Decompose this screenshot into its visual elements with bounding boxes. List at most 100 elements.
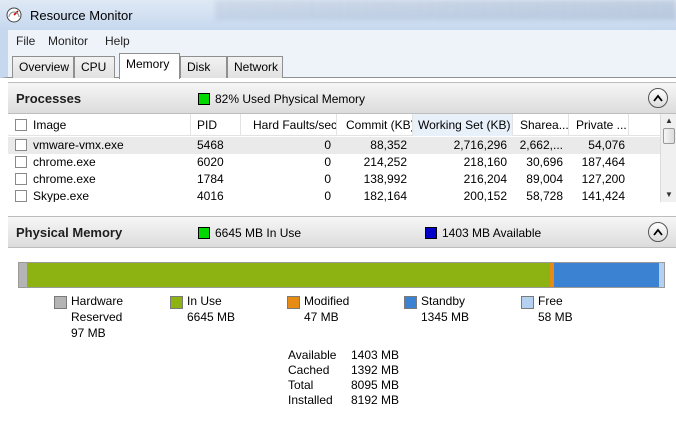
cell-hard-faults: 0 — [324, 172, 331, 186]
summary-cached-value: 1392 MB — [351, 363, 400, 377]
cell-private: 54,076 — [588, 138, 625, 152]
chevron-up-icon — [653, 94, 663, 102]
legend-value: 97 MB — [71, 326, 106, 340]
cell-pid: 5468 — [197, 138, 224, 152]
tab-disk[interactable]: Disk — [180, 56, 227, 78]
scroll-up-icon[interactable]: ▲ — [665, 116, 673, 125]
tab-memory[interactable]: Memory — [119, 53, 180, 79]
in-use-indicator — [198, 227, 210, 239]
column-working-set[interactable]: Working Set (KB) — [413, 114, 513, 136]
processes-collapse-button[interactable] — [648, 88, 668, 108]
legend-swatch — [521, 296, 534, 309]
available-indicator — [425, 227, 437, 239]
process-table-scrollbar[interactable]: ▲ ▼ — [660, 114, 676, 202]
memory-bar-segment-in-use — [26, 263, 550, 287]
tab-cpu[interactable]: CPU — [74, 56, 115, 78]
available-summary: 1403 MB Available — [442, 226, 542, 240]
cell-private: 141,424 — [581, 189, 625, 202]
physical-memory-collapse-button[interactable] — [648, 222, 668, 242]
cell-hard-faults: 0 — [324, 155, 331, 169]
used-memory-badge: 82% Used Physical Memory — [215, 92, 366, 106]
cell-pid: 1784 — [197, 172, 224, 186]
row-checkbox[interactable] — [15, 173, 27, 185]
table-row[interactable]: chrome.exe 1784 0 138,992 216,204 89,004… — [8, 171, 660, 188]
cell-private: 187,464 — [581, 155, 625, 169]
cell-commit: 214,252 — [363, 155, 407, 169]
menu-help[interactable]: Help — [105, 34, 130, 48]
summary-total-value: 8095 MB — [351, 378, 400, 392]
menu-monitor[interactable]: Monitor — [48, 34, 88, 48]
select-all-checkbox[interactable] — [15, 119, 27, 131]
row-checkbox[interactable] — [15, 190, 27, 202]
memory-bar-segment-standby — [553, 263, 660, 287]
row-checkbox[interactable] — [15, 156, 27, 168]
row-checkbox[interactable] — [15, 139, 27, 151]
physical-memory-header[interactable]: Physical Memory 6645 MB In Use 1403 MB A… — [8, 216, 676, 248]
tab-overview[interactable]: Overview — [12, 56, 74, 78]
cell-image: Skype.exe — [33, 189, 90, 202]
summary-available-value: 1403 MB — [351, 348, 400, 362]
scroll-thumb[interactable] — [663, 128, 675, 144]
legend-swatch — [54, 296, 67, 309]
used-memory-indicator — [198, 93, 210, 105]
legend-value: 6645 MB — [187, 310, 236, 324]
legend-value: 58 MB — [538, 310, 573, 324]
scroll-down-icon[interactable]: ▼ — [665, 190, 673, 199]
cell-working-set: 218,160 — [463, 155, 507, 169]
table-row[interactable]: chrome.exe 6020 0 214,252 218,160 30,696… — [8, 154, 660, 171]
process-table-header: Image PID Hard Faults/sec Commit (KB) Wo… — [8, 114, 660, 136]
title-bar: Resource Monitor — [0, 0, 676, 30]
cell-image: vmware-vmx.exe — [33, 138, 124, 152]
column-image[interactable]: Image — [33, 114, 191, 136]
cell-shareable: 2,662,... — [519, 138, 563, 152]
menu-file[interactable]: File — [16, 34, 35, 48]
legend-swatch — [287, 296, 300, 309]
cell-image: chrome.exe — [33, 172, 96, 186]
summary-installed-label: Installed — [288, 393, 333, 407]
cell-shareable: 58,728 — [526, 189, 563, 202]
cell-image: chrome.exe — [33, 155, 96, 169]
chevron-up-icon — [653, 228, 663, 236]
legend-label: Hardware — [71, 294, 124, 308]
legend-value: 1345 MB — [421, 310, 470, 324]
column-commit[interactable]: Commit (KB) — [337, 114, 413, 136]
table-row[interactable]: Skype.exe 4016 0 182,164 200,152 58,728 … — [8, 188, 660, 202]
column-private[interactable]: Private ... — [569, 114, 629, 136]
legend-label: Standby — [421, 294, 466, 308]
tab-network[interactable]: Network — [227, 56, 283, 78]
processes-header[interactable]: Processes 82% Used Physical Memory — [8, 82, 676, 114]
legend-swatch — [170, 296, 183, 309]
cell-commit: 88,352 — [370, 138, 407, 152]
memory-tab-content: Processes 82% Used Physical Memory Image… — [8, 78, 676, 421]
column-shareable[interactable]: Sharea... — [513, 114, 569, 136]
column-pid[interactable]: PID — [191, 114, 241, 136]
cell-pid: 4016 — [197, 189, 224, 202]
process-table: Image PID Hard Faults/sec Commit (KB) Wo… — [8, 114, 660, 202]
tab-strip: Overview CPU Memory Disk Network — [0, 52, 676, 79]
memory-usage-bar — [18, 262, 665, 288]
memory-bar-segment-free — [659, 263, 664, 287]
menu-bar: File Monitor Help — [0, 30, 676, 52]
cell-commit: 138,992 — [363, 172, 407, 186]
cell-working-set: 216,204 — [463, 172, 507, 186]
summary-available-label: Available — [288, 348, 337, 362]
summary-total-label: Total — [288, 378, 314, 392]
summary-cached-label: Cached — [288, 363, 330, 377]
cell-working-set: 2,716,296 — [453, 138, 507, 152]
window-title: Resource Monitor — [30, 8, 133, 23]
legend-label-line2: Reserved — [71, 310, 123, 324]
resource-monitor-icon — [6, 7, 22, 23]
legend-label: Modified — [304, 294, 350, 308]
cell-private: 127,200 — [581, 172, 625, 186]
processes-title: Processes — [16, 91, 82, 106]
cell-hard-faults: 0 — [324, 189, 331, 202]
column-hard-faults[interactable]: Hard Faults/sec — [241, 114, 337, 136]
background-window-ghost — [215, 0, 676, 20]
cell-hard-faults: 0 — [324, 138, 331, 152]
summary-installed-value: 8192 MB — [351, 393, 400, 407]
cell-shareable: 89,004 — [526, 172, 563, 186]
legend-value: 47 MB — [304, 310, 339, 324]
cell-pid: 6020 — [197, 155, 224, 169]
table-row[interactable]: vmware-vmx.exe 5468 0 88,352 2,716,296 2… — [8, 137, 660, 154]
legend-label: In Use — [187, 294, 222, 308]
